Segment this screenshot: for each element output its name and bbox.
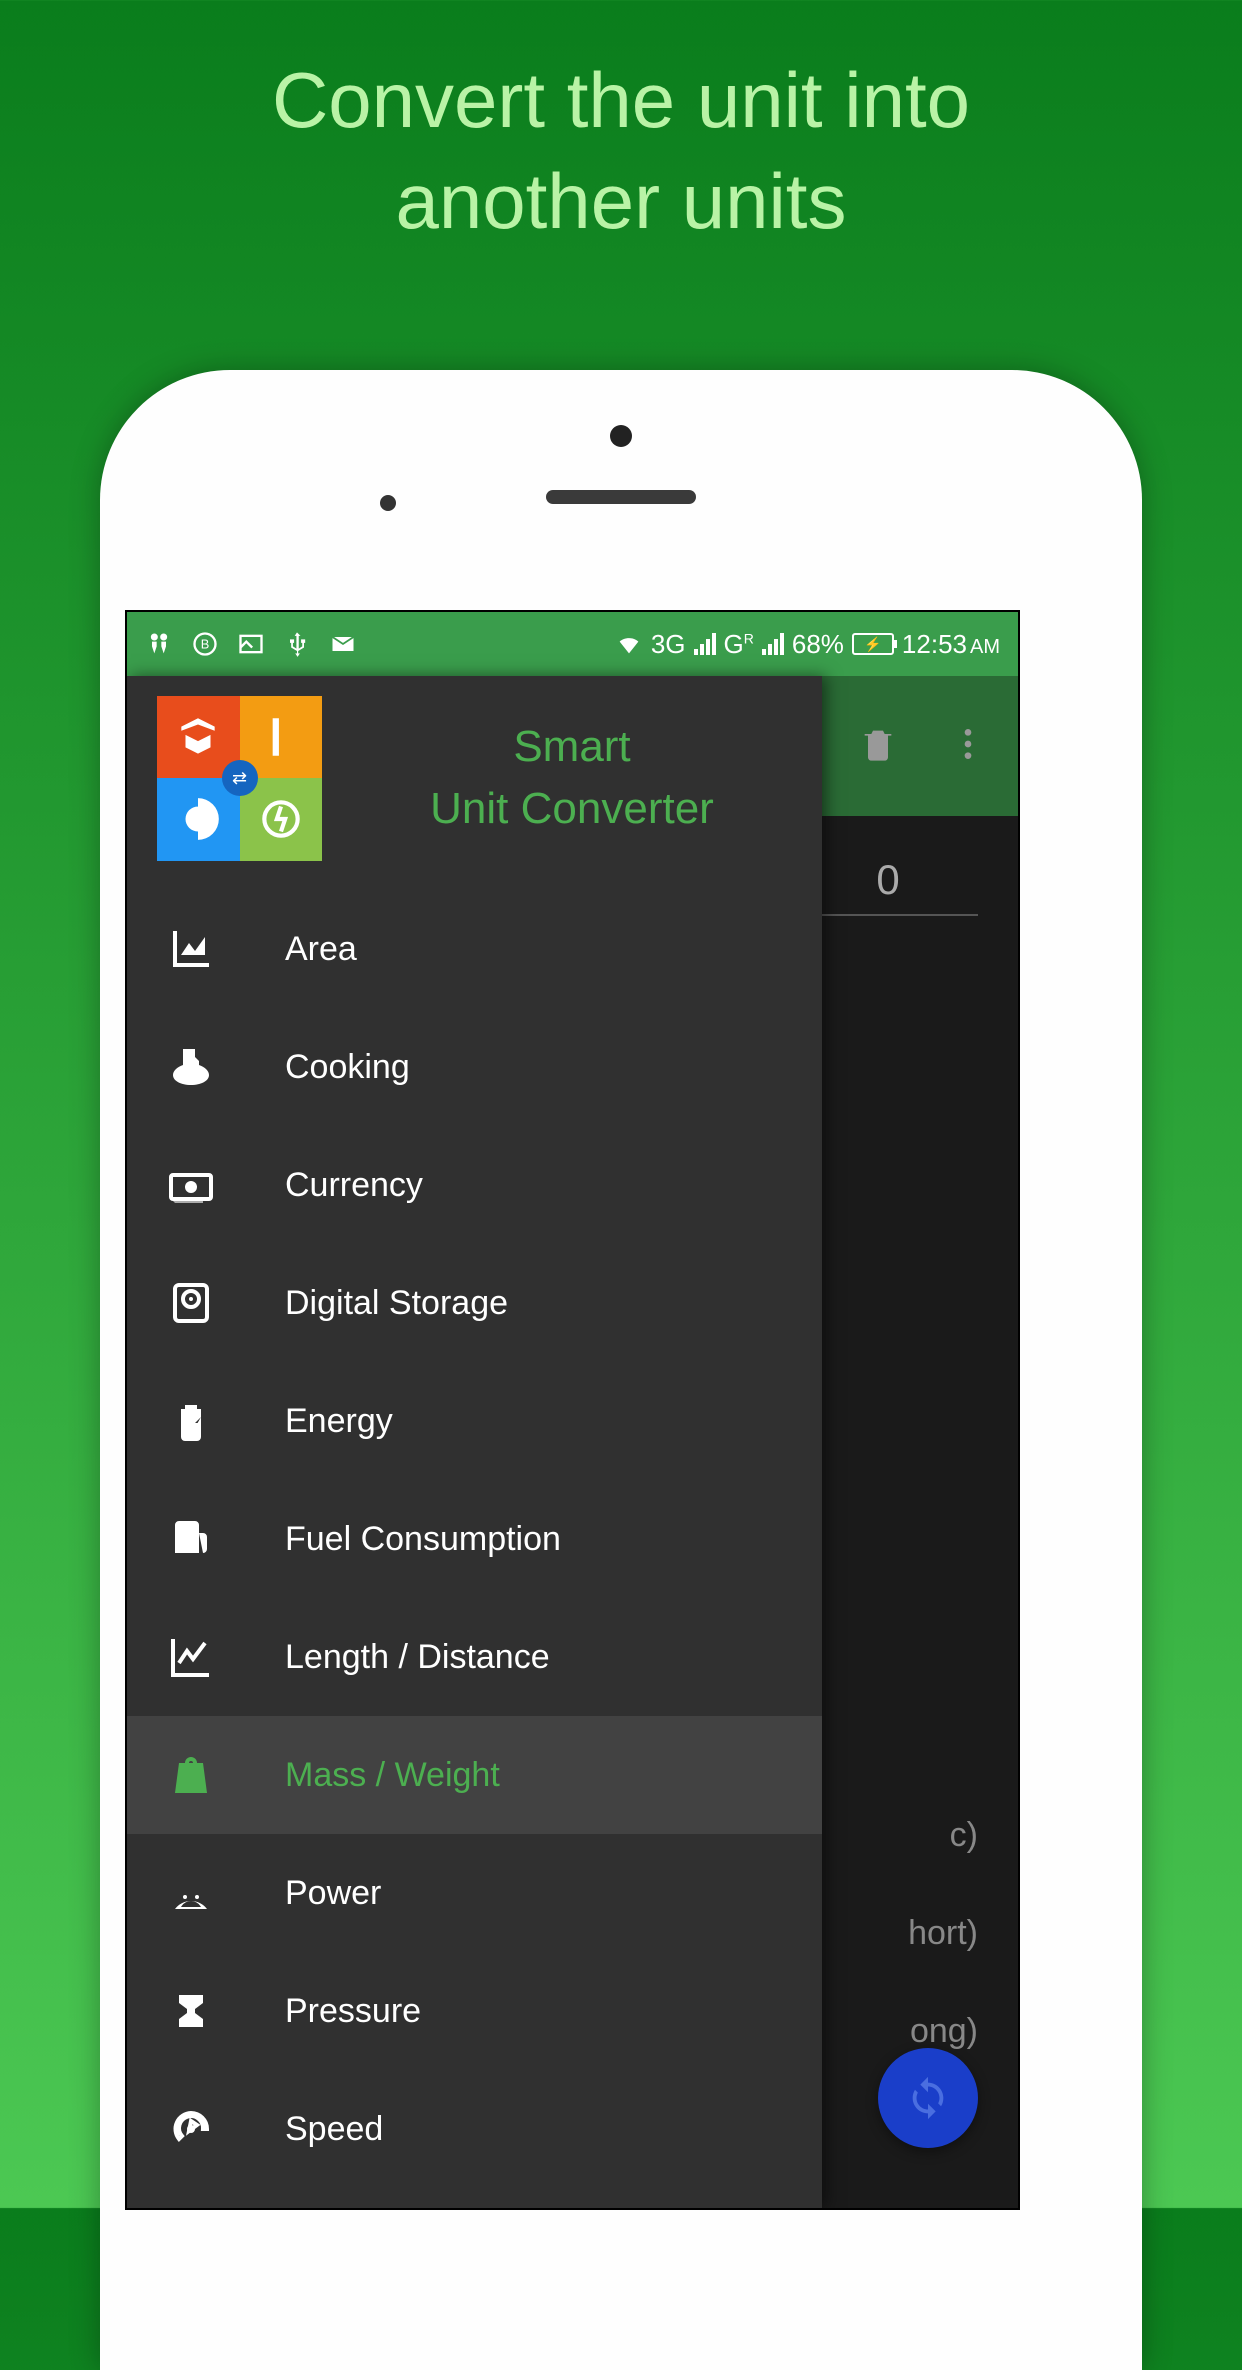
signal-icon bbox=[694, 633, 716, 655]
input-value[interactable]: 0 bbox=[798, 856, 978, 916]
speed-icon bbox=[167, 2105, 215, 2153]
nav-label: Power bbox=[285, 1874, 381, 1913]
nav-item-cooking[interactable]: Cooking bbox=[127, 1008, 822, 1126]
nav-item-mass-weight[interactable]: Mass / Weight bbox=[127, 1716, 822, 1834]
weight-icon bbox=[167, 1751, 215, 1799]
nav-label: Pressure bbox=[285, 1992, 421, 2031]
bg-list-item: hort) bbox=[908, 1914, 978, 1953]
chart-icon bbox=[167, 925, 215, 973]
image-icon bbox=[237, 630, 265, 658]
drawer-nav: Area Cooking Currency Digital Storage bbox=[127, 880, 822, 2188]
nav-item-area[interactable]: Area bbox=[127, 890, 822, 1008]
nav-item-digital-storage[interactable]: Digital Storage bbox=[127, 1244, 822, 1362]
nav-label: Currency bbox=[285, 1166, 423, 1205]
more-button[interactable] bbox=[948, 724, 988, 769]
signal2-icon bbox=[762, 633, 784, 655]
cooking-icon bbox=[167, 1043, 215, 1091]
nav-item-length[interactable]: Length / Distance bbox=[127, 1598, 822, 1716]
phone-camera bbox=[610, 425, 632, 447]
phone-frame: B 3G GR 68% ⚡ 12:53 AM bbox=[100, 370, 1142, 2370]
drawer-header: ⇄ Smart Unit Converter bbox=[127, 676, 822, 880]
fuel-icon bbox=[167, 1515, 215, 1563]
bg-list-item: ong) bbox=[910, 2012, 978, 2051]
nav-item-power[interactable]: Power bbox=[127, 1834, 822, 1952]
disk-icon bbox=[167, 1279, 215, 1327]
screen: B 3G GR 68% ⚡ 12:53 AM bbox=[125, 610, 1020, 2210]
battery-icon: ⚡ bbox=[852, 633, 894, 655]
nav-item-pressure[interactable]: Pressure bbox=[127, 1952, 822, 2070]
nav-label: Cooking bbox=[285, 1048, 410, 1087]
status-bar: B 3G GR 68% ⚡ 12:53 AM bbox=[127, 612, 1018, 676]
phone-sensor bbox=[380, 495, 396, 511]
wifi-icon bbox=[615, 630, 643, 658]
content-area: 0 c) hort) ong) ⇄ bbox=[127, 676, 1018, 2208]
nav-label: Area bbox=[285, 930, 357, 969]
pressure-icon bbox=[167, 1987, 215, 2035]
app-logo: ⇄ bbox=[157, 696, 322, 861]
currency-icon bbox=[167, 1161, 215, 1209]
bg-list-item: c) bbox=[950, 1816, 978, 1855]
nav-label: Fuel Consumption bbox=[285, 1520, 561, 1559]
svg-text:B: B bbox=[201, 637, 210, 652]
nav-label: Length / Distance bbox=[285, 1638, 550, 1677]
power-icon bbox=[167, 1869, 215, 1917]
nav-item-fuel[interactable]: Fuel Consumption bbox=[127, 1480, 822, 1598]
steps-icon bbox=[145, 630, 173, 658]
nav-item-speed[interactable]: Speed bbox=[127, 2070, 822, 2188]
nav-label: Digital Storage bbox=[285, 1284, 508, 1323]
nav-item-currency[interactable]: Currency bbox=[127, 1126, 822, 1244]
nav-drawer: ⇄ Smart Unit Converter Area Cooki bbox=[127, 676, 822, 2208]
network-label: 3G bbox=[651, 629, 686, 660]
mail-icon bbox=[329, 630, 357, 658]
promo-title: Convert the unit into another units bbox=[0, 0, 1242, 253]
delete-button[interactable] bbox=[858, 724, 898, 769]
energy-icon bbox=[167, 1397, 215, 1445]
nav-item-energy[interactable]: Energy bbox=[127, 1362, 822, 1480]
drawer-title: Smart Unit Converter bbox=[352, 716, 792, 839]
nav-label: Energy bbox=[285, 1402, 393, 1441]
nav-label: Mass / Weight bbox=[285, 1756, 500, 1795]
time-label: 12:53 AM bbox=[902, 629, 1000, 660]
chat-icon: B bbox=[191, 630, 219, 658]
phone-speaker bbox=[546, 490, 696, 504]
refresh-fab[interactable] bbox=[878, 2048, 978, 2148]
nav-label: Speed bbox=[285, 2110, 383, 2149]
length-icon bbox=[167, 1633, 215, 1681]
usb-icon bbox=[283, 630, 311, 658]
battery-label: 68% bbox=[792, 629, 844, 660]
network2-label: GR bbox=[724, 629, 754, 660]
